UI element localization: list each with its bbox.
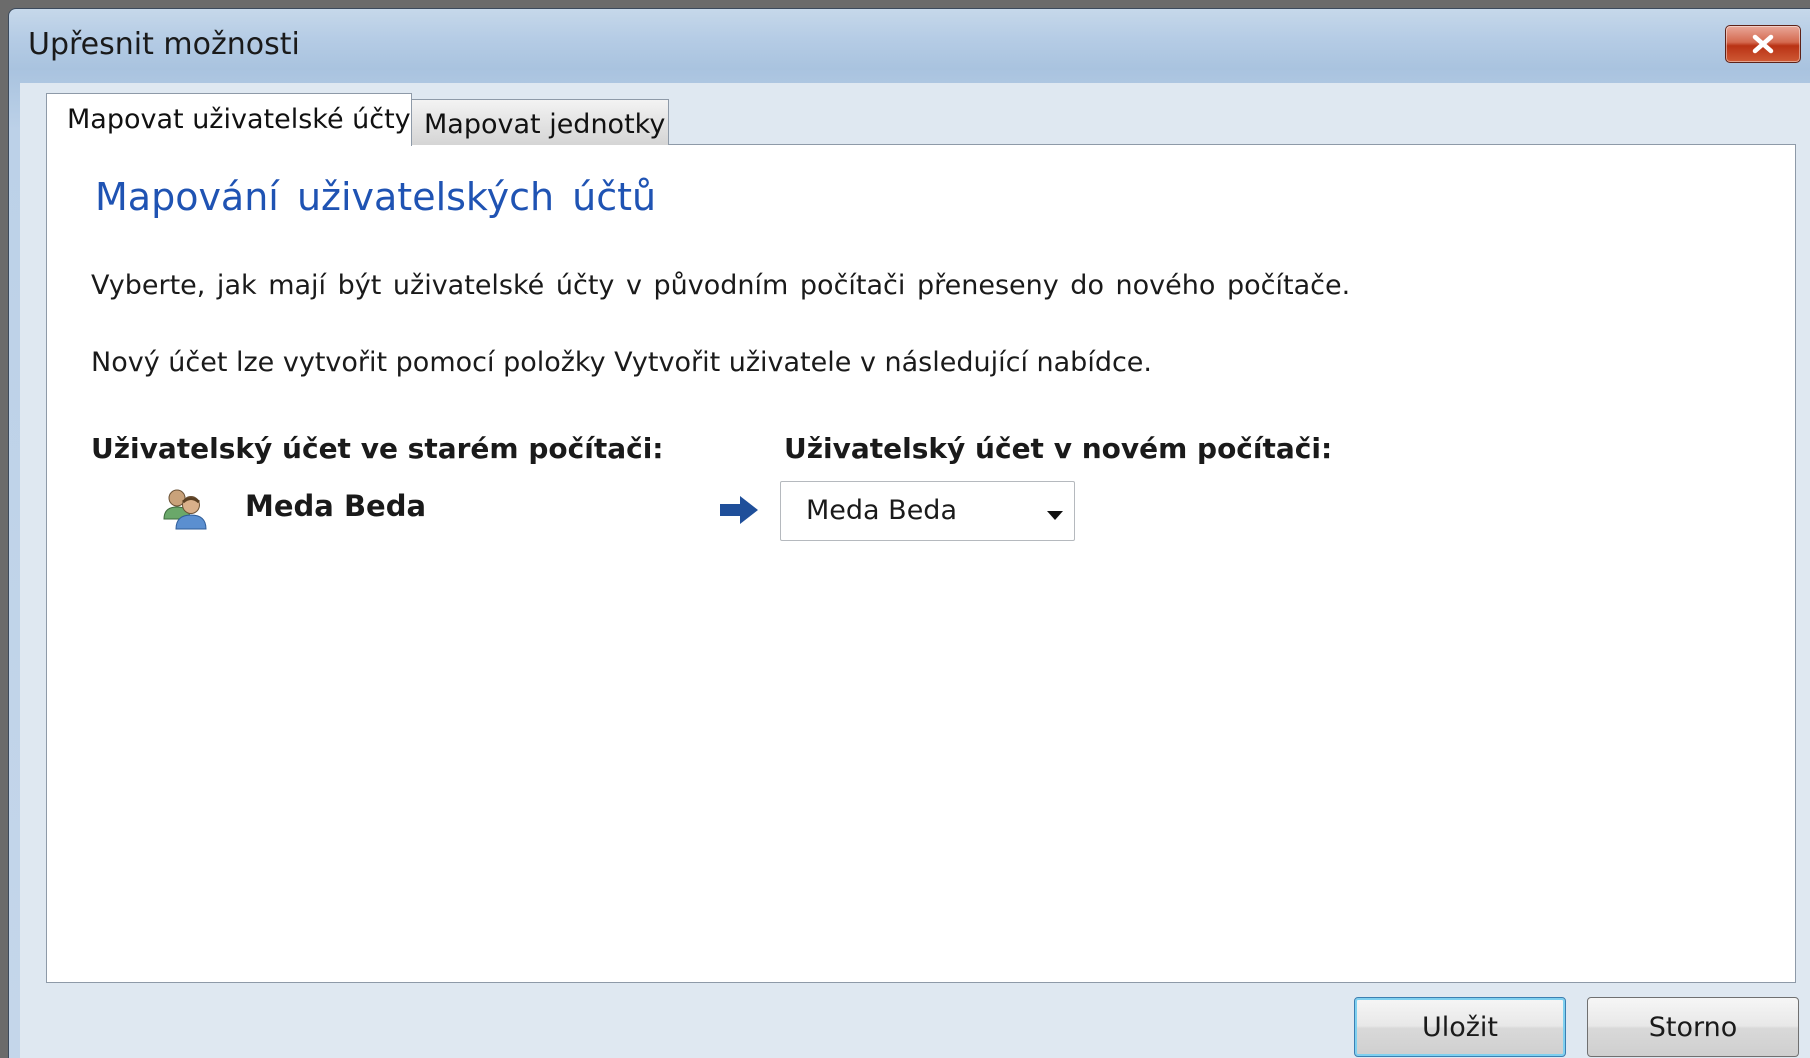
tab-panel: Mapování uživatelských účtů Vyberte, jak… [46,144,1796,983]
users-icon [161,487,209,531]
new-account-selected-value: Meda Beda [806,495,957,526]
close-x-icon [1750,34,1776,54]
cancel-button[interactable]: Storno [1587,997,1799,1057]
title-bar[interactable]: Upřesnit možnosti [9,9,1810,83]
instruction-text: Vyberte, jak mají být uživatelské účty v… [91,270,1351,301]
window-title: Upřesnit možnosti [28,27,300,62]
save-button[interactable]: Uložit [1354,997,1566,1057]
chevron-down-icon [1046,506,1064,520]
arrow-right-icon [718,494,760,526]
section-heading: Mapování uživatelských účtů [95,175,657,219]
hint-text: Nový účet lze vytvořit pomocí položky Vy… [91,347,1153,378]
new-account-select[interactable]: Meda Beda [780,481,1075,541]
tab-label: Mapovat uživatelské účty [67,104,411,135]
new-account-label: Uživatelský účet v novém počítači: [784,432,1333,465]
tab-map-user-accounts[interactable]: Mapovat uživatelské účty [46,93,412,146]
old-account-label: Uživatelský účet ve starém počítači: [91,432,664,465]
old-account-name: Meda Beda [245,489,427,523]
tab-label: Mapovat jednotky [424,109,666,140]
close-button[interactable] [1725,25,1801,63]
dialog-client-area: Mapovat uživatelské účty Mapovat jednotk… [20,83,1810,1058]
dialog-window: Upřesnit možnosti Mapovat uživatelské úč… [8,8,1810,1058]
tab-map-drives[interactable]: Mapovat jednotky [411,99,669,145]
